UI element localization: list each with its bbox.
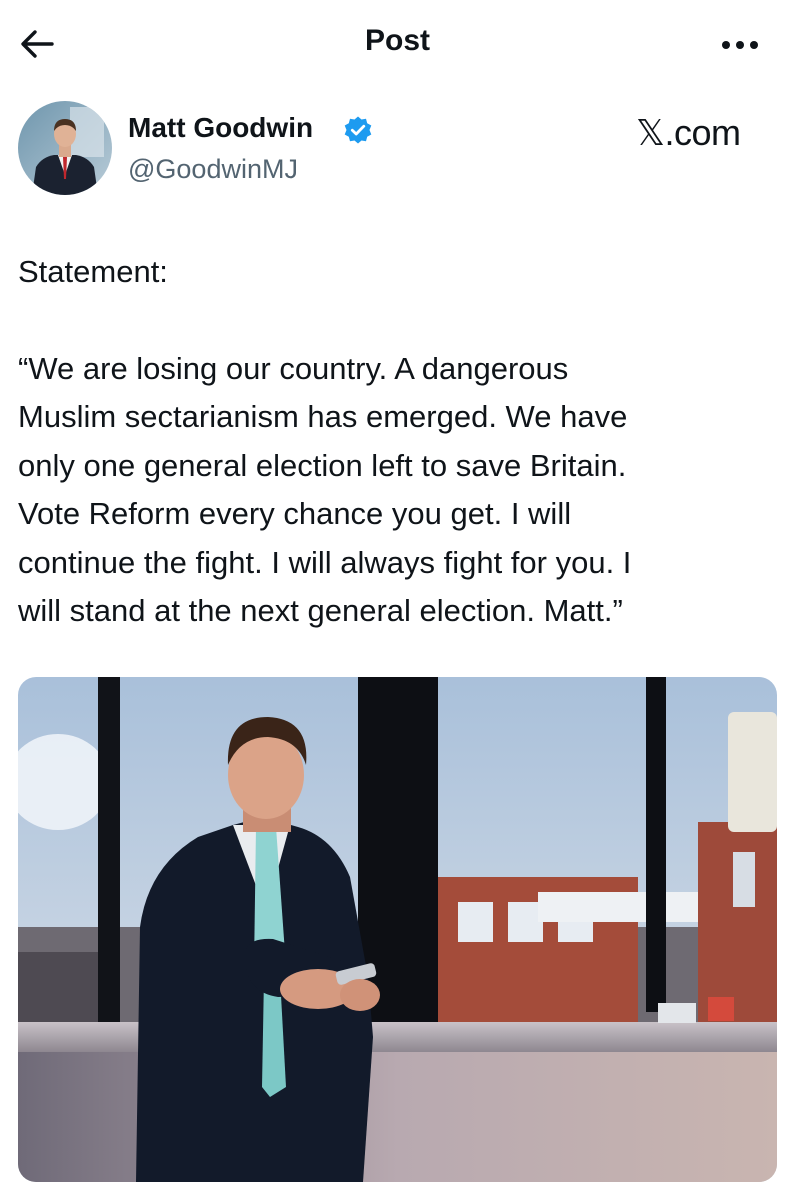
post-line: Vote Reform every chance you get. I will <box>18 496 572 531</box>
author-handle[interactable]: @GoodwinMJ <box>128 154 298 185</box>
photo-man-with-phone <box>18 677 777 1182</box>
page-title: Post <box>364 24 430 57</box>
x-com-watermark: 𝕏.com <box>636 112 741 153</box>
avatar-image <box>18 101 112 195</box>
post-line: “We are losing our country. A dangerous <box>18 350 569 386</box>
more-options-button[interactable] <box>718 30 762 60</box>
post-heading: Statement: <box>18 254 168 289</box>
avatar[interactable] <box>18 101 112 195</box>
post-text: Statement: “We are losing our country. A… <box>18 248 778 636</box>
verified-badge-icon <box>344 116 372 144</box>
author-name[interactable]: Matt Goodwin <box>128 112 313 144</box>
post-line: only one general election left to save B… <box>18 447 627 483</box>
post-line: continue the fight. I will always fight … <box>18 544 632 580</box>
top-bar: Post <box>0 0 795 90</box>
post-line: Muslim sectarianism has emerged. We have <box>18 399 628 434</box>
more-horizontal-icon <box>722 41 758 49</box>
post-line: will stand at the next general election.… <box>18 593 623 628</box>
post-photo[interactable] <box>18 677 777 1182</box>
